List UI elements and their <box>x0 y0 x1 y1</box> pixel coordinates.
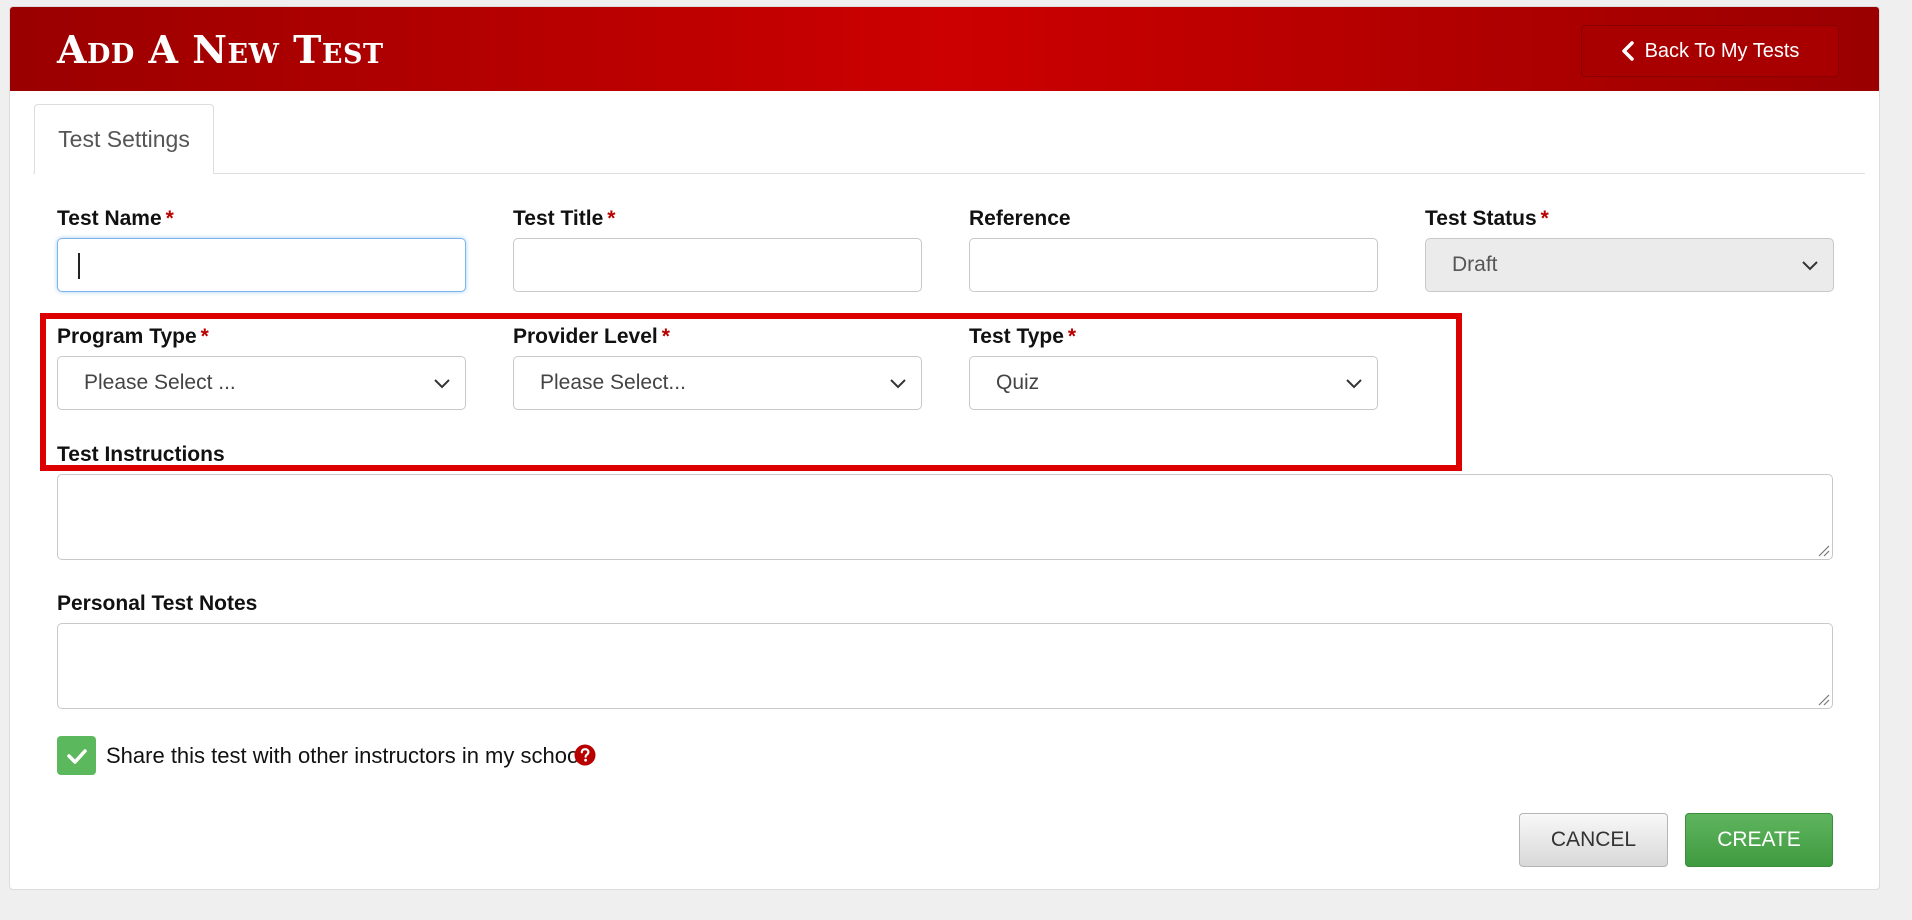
chevron-down-icon <box>1346 379 1362 389</box>
personal-notes-textarea[interactable] <box>57 623 1833 709</box>
reference-input[interactable] <box>969 238 1378 292</box>
test-type-value: Quiz <box>996 371 1040 394</box>
test-name-label: Test Name * <box>57 207 174 230</box>
personal-notes-label: Personal Test Notes <box>57 592 258 615</box>
test-title-label: Test Title * <box>513 207 616 230</box>
cancel-button[interactable]: CANCEL <box>1519 813 1668 867</box>
test-type-label: Test Type * <box>969 325 1077 348</box>
add-test-panel: Add A New Test Back To My Tests Test Set… <box>9 6 1880 890</box>
program-type-value: Please Select ... <box>84 371 236 394</box>
required-marker: * <box>165 207 174 230</box>
page-title: Add A New Test <box>57 27 384 72</box>
share-checkbox[interactable] <box>57 736 96 775</box>
provider-level-select[interactable]: Please Select... <box>513 356 922 410</box>
test-status-value: Draft <box>1452 253 1498 276</box>
page-header: Add A New Test Back To My Tests <box>10 7 1879 91</box>
test-name-input[interactable] <box>57 238 466 292</box>
required-marker: * <box>1067 325 1077 348</box>
test-instructions-label: Test Instructions <box>57 443 225 466</box>
test-status-label: Test Status * <box>1425 207 1549 230</box>
resize-grip-icon[interactable] <box>1816 543 1830 557</box>
required-marker: * <box>661 325 670 348</box>
provider-level-label: Provider Level * <box>513 325 670 348</box>
required-marker: * <box>1540 207 1549 230</box>
required-marker: * <box>200 325 209 348</box>
text-caret <box>78 253 80 279</box>
tab-bar-divider <box>33 173 1865 174</box>
required-marker: * <box>607 207 616 230</box>
test-instructions-textarea[interactable] <box>57 474 1833 560</box>
test-status-select[interactable]: Draft <box>1425 238 1834 292</box>
program-type-label: Program Type * <box>57 325 209 348</box>
chevron-down-icon <box>890 379 906 389</box>
back-to-my-tests-button[interactable]: Back To My Tests <box>1581 25 1839 77</box>
resize-grip-icon[interactable] <box>1816 692 1830 706</box>
chevron-down-icon <box>434 379 450 389</box>
question-circle-icon[interactable] <box>574 744 596 766</box>
chevron-down-icon <box>1802 261 1818 271</box>
share-label: Share this test with other instructors i… <box>106 743 585 768</box>
back-button-label: Back To My Tests <box>1644 39 1800 62</box>
tab-test-settings[interactable]: Test Settings <box>34 104 214 174</box>
program-type-select[interactable]: Please Select ... <box>57 356 466 410</box>
test-title-input[interactable] <box>513 238 922 292</box>
test-type-select[interactable]: Quiz <box>969 356 1378 410</box>
create-button[interactable]: CREATE <box>1685 813 1833 867</box>
provider-level-value: Please Select... <box>540 371 686 394</box>
checkmark-icon <box>66 748 87 764</box>
chevron-left-icon <box>1621 41 1634 61</box>
reference-label: Reference <box>969 207 1071 230</box>
